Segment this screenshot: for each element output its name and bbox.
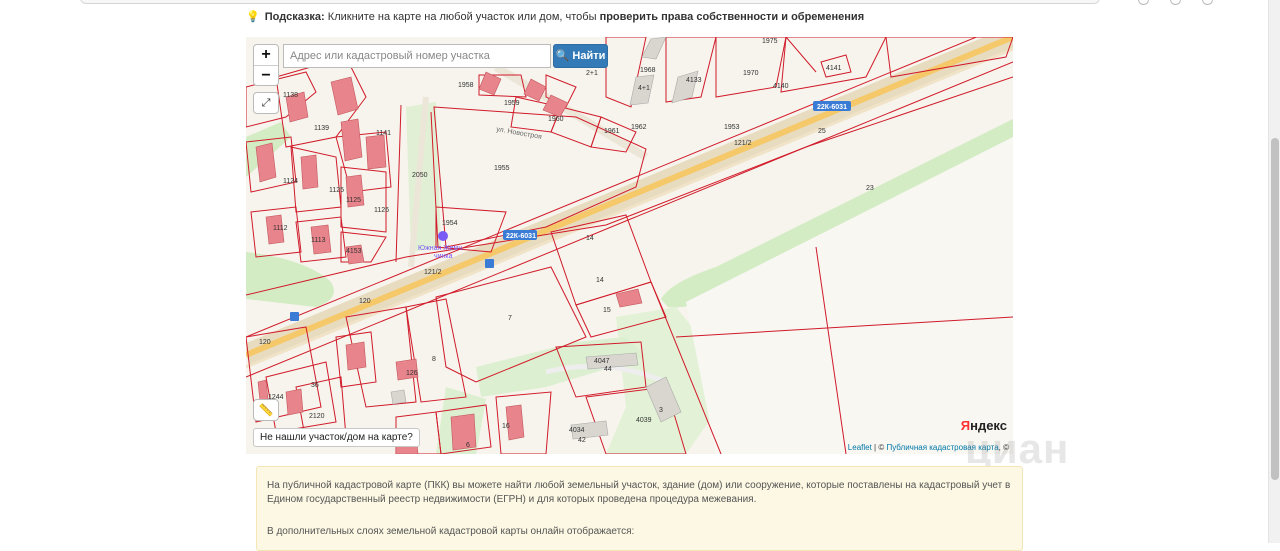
svg-text:4034: 4034 — [569, 427, 585, 434]
svg-text:7: 7 — [508, 315, 512, 322]
fullscreen-icon[interactable]: ⤢ — [253, 92, 279, 114]
svg-text:4141: 4141 — [826, 65, 842, 72]
find-button-label: Найти — [572, 50, 606, 62]
svg-text:6: 6 — [466, 442, 470, 449]
svg-text:1961: 1961 — [604, 128, 620, 135]
svg-text:2+1: 2+1 — [586, 70, 598, 77]
svg-text:чинка: чинка — [434, 253, 453, 260]
svg-text:36: 36 — [311, 382, 319, 389]
scrollbar-thumb[interactable] — [1271, 138, 1279, 480]
svg-text:Южная Жемч.: Южная Жемч. — [418, 245, 464, 252]
svg-text:1141: 1141 — [376, 130, 391, 137]
svg-text:8: 8 — [432, 356, 436, 363]
svg-text:44: 44 — [604, 366, 612, 373]
svg-text:4039: 4039 — [636, 417, 652, 424]
svg-text:1139: 1139 — [314, 125, 329, 132]
notification-icon[interactable] — [1170, 0, 1181, 5]
svg-text:1955: 1955 — [494, 165, 510, 172]
svg-text:1959: 1959 — [504, 100, 520, 107]
svg-text:1954: 1954 — [442, 220, 458, 227]
scrollbar[interactable] — [1268, 0, 1280, 543]
svg-text:15: 15 — [603, 307, 611, 314]
search-icon: 🔍 — [555, 50, 570, 62]
leaflet-link[interactable]: Leaflet — [848, 443, 872, 452]
find-button[interactable]: 🔍 Найти — [553, 44, 608, 68]
browser-top-strip — [0, 0, 1268, 6]
svg-text:14: 14 — [596, 277, 604, 284]
info-paragraph: На публичной кадастровой карте (ПКК) вы … — [267, 480, 1011, 505]
svg-text:4+1: 4+1 — [638, 85, 650, 92]
svg-text:1124: 1124 — [283, 178, 298, 185]
svg-text:1968: 1968 — [640, 67, 656, 74]
field-area — [686, 137, 1013, 454]
zoom-control: + − — [253, 44, 279, 86]
svg-text:4133: 4133 — [686, 77, 702, 84]
svg-text:2050: 2050 — [412, 172, 428, 179]
svg-text:1958: 1958 — [458, 82, 474, 89]
svg-text:16: 16 — [502, 423, 510, 430]
help-icon[interactable] — [1138, 0, 1149, 5]
hint-text: Кликните на карте на любой участок или д… — [327, 11, 597, 23]
hint-bold: проверить права собственности и обремене… — [599, 11, 865, 23]
svg-text:23: 23 — [866, 185, 874, 192]
svg-text:3: 3 — [659, 407, 663, 414]
cadastral-map[interactable]: 22К-6031 22К-6031 Южная Жемч. чинка ул. … — [246, 37, 1013, 454]
svg-text:126: 126 — [406, 370, 418, 377]
hint-label: Подсказка: — [264, 11, 325, 23]
svg-text:120: 120 — [259, 339, 271, 346]
svg-text:1953: 1953 — [724, 124, 740, 131]
svg-text:1113: 1113 — [311, 237, 326, 244]
svg-text:4047: 4047 — [594, 358, 610, 365]
svg-text:1975: 1975 — [762, 38, 778, 45]
svg-text:1970: 1970 — [743, 70, 759, 77]
poi-icon[interactable] — [438, 231, 448, 241]
info-paragraph: В дополнительных слоях земельной кадастр… — [267, 526, 635, 537]
svg-text:1112: 1112 — [273, 225, 288, 232]
settings-icon[interactable] — [1202, 0, 1213, 5]
svg-text:25: 25 — [818, 128, 826, 135]
zoom-in-button[interactable]: + — [254, 45, 278, 65]
search-input[interactable] — [283, 44, 551, 68]
not-found-button[interactable]: Не нашли участок/дом на карте? — [253, 428, 420, 447]
lightbulb-icon: 💡 — [246, 11, 260, 23]
svg-text:1960: 1960 — [548, 116, 564, 123]
svg-text:121/2: 121/2 — [424, 269, 442, 276]
svg-text:2120: 2120 — [309, 413, 325, 420]
street — [493, 63, 649, 161]
svg-text:4153: 4153 — [346, 248, 362, 255]
svg-text:22К-6031: 22К-6031 — [506, 233, 536, 240]
zoom-out-button[interactable]: − — [254, 65, 278, 85]
svg-text:120: 120 — [359, 298, 371, 305]
svg-text:22К-6031: 22К-6031 — [817, 104, 847, 111]
svg-text:42: 42 — [578, 437, 586, 444]
ruler-icon[interactable]: 📏 — [253, 399, 279, 421]
svg-text:1126: 1126 — [374, 207, 389, 214]
svg-text:14: 14 — [586, 235, 594, 242]
svg-text:1125: 1125 — [329, 187, 344, 194]
svg-text:1125: 1125 — [346, 197, 361, 204]
map-canvas[interactable]: 22К-6031 22К-6031 Южная Жемч. чинка ул. … — [246, 37, 1013, 454]
svg-text:121/2: 121/2 — [734, 140, 752, 147]
info-box: На публичной кадастровой карте (ПКК) вы … — [256, 466, 1023, 551]
address-bar-remnant — [80, 0, 1100, 4]
hint-line: 💡 Подсказка: Кликните на карте на любой … — [246, 10, 864, 23]
svg-text:4140: 4140 — [773, 83, 789, 90]
svg-text:1962: 1962 — [631, 124, 647, 131]
svg-text:1138: 1138 — [283, 92, 298, 99]
